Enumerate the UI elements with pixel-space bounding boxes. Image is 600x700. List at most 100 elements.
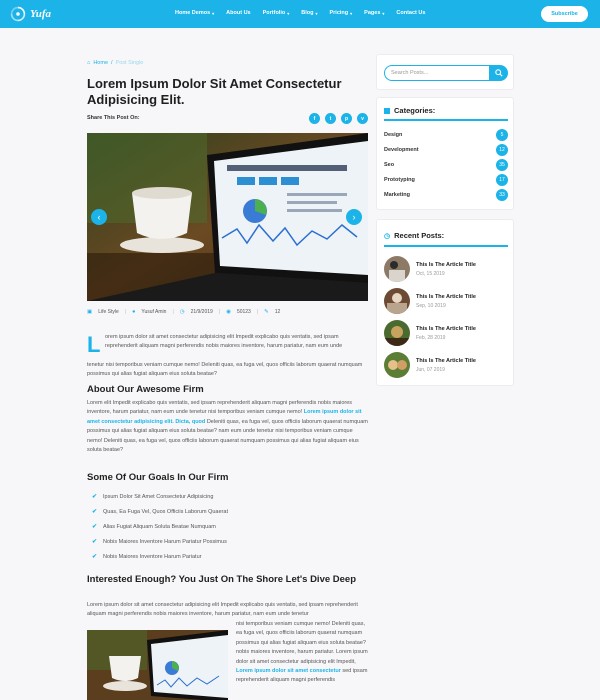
goal-text: Quas, Ea Fuga Vel, Quos Officiis Laborum… <box>103 508 228 515</box>
divider <box>384 245 508 247</box>
chevron-down-icon: ▾ <box>287 10 290 16</box>
post-comments[interactable]: 12 <box>275 309 281 315</box>
folder-icon: ▣ <box>87 309 93 315</box>
nav-item-blog[interactable]: Blog ▾ <box>301 10 317 16</box>
recent-post-thumbnail <box>384 352 410 378</box>
nav-label: Contact Us <box>396 10 426 16</box>
laptop-analytics-thumbnail <box>87 630 228 700</box>
divider: | <box>218 309 221 315</box>
hero-image-slider: ‹ › <box>87 133 368 301</box>
home-icon: ⌂ <box>87 60 91 66</box>
eye-icon: ◉ <box>226 309 231 315</box>
intro-paragraph-rest: tenetur nisi temporibus veniam cumque ne… <box>87 362 363 378</box>
side-text-start: nisi temporibus veniam cumque nemo! Dele… <box>236 621 368 665</box>
laptop-analytics-image <box>87 133 368 301</box>
category-name: Design <box>384 132 403 138</box>
nav-item-about-us[interactable]: About Us <box>226 10 250 16</box>
top-navbar: Yufa Home Demos ▾ About Us Portfolio ▾ Blo… <box>0 0 600 28</box>
divider <box>384 119 508 121</box>
post-category[interactable]: Life Style <box>98 309 119 315</box>
intro-paragraph-start: orem ipsum dolor sit amet consectetur ad… <box>105 334 343 350</box>
check-icon: ✔ <box>92 539 98 545</box>
twitter-icon[interactable]: t <box>325 113 336 124</box>
nav-label: Portfolio <box>262 10 286 16</box>
category-count-badge: 33 <box>496 189 508 201</box>
nav-label: Home Demos <box>175 10 211 16</box>
widget-title: Recent Posts: <box>394 231 445 240</box>
divider: | <box>124 309 127 315</box>
nav-item-home-demos[interactable]: Home Demos ▾ <box>175 10 214 16</box>
recent-post-thumbnail <box>384 256 410 282</box>
facebook-icon[interactable]: f <box>309 113 320 124</box>
drop-cap: L <box>87 332 101 357</box>
category-item[interactable]: Development 12 <box>384 143 508 157</box>
search-input[interactable]: Search Posts... <box>384 65 490 81</box>
search-icon <box>494 69 503 77</box>
categories-heading: Categories: <box>384 106 435 115</box>
comment-icon: ✎ <box>264 309 269 315</box>
user-icon: ● <box>132 309 136 315</box>
share-buttons: f t p v <box>309 113 368 124</box>
category-item[interactable]: Seo 35 <box>384 158 508 172</box>
slider-prev-button[interactable]: ‹ <box>91 209 107 225</box>
goal-text: Ipsum Dolor Sit Amet Consectetur Adipisi… <box>103 493 214 500</box>
dive-deep-side-paragraph: nisi temporibus veniam cumque nemo! Dele… <box>236 620 368 686</box>
recent-post-thumbnail <box>384 288 410 314</box>
recent-post-item[interactable]: This Is The Article Title Oct, 15 2019 <box>384 255 508 283</box>
check-icon: ✔ <box>92 524 98 530</box>
recent-posts-heading: ◷ Recent Posts: <box>384 231 444 240</box>
clock-icon: ◷ <box>179 309 185 315</box>
chevron-down-icon: ▾ <box>315 10 318 16</box>
divider: | <box>172 309 174 315</box>
category-item[interactable]: Marketing 33 <box>384 188 508 202</box>
list-item: ✔ Nobis Maiores Inventore Harum Pariatur <box>92 549 228 564</box>
category-name: Marketing <box>384 192 410 198</box>
category-item[interactable]: Design 5 <box>384 128 508 142</box>
post-thumbnail-image <box>384 320 410 346</box>
list-item: ✔ Alias Fugiat Aliquam Soluta Beatae Numq… <box>92 519 228 534</box>
post-meta: ▣ Life Style | ● Yusuf Amin | ◷ 21/9/201… <box>87 309 280 315</box>
goal-text: Alias Fugiat Aliquam Soluta Beatae Numqu… <box>103 523 216 530</box>
nav-item-portfolio[interactable]: Portfolio ▾ <box>263 10 290 16</box>
category-name: Development <box>384 147 419 153</box>
post-author[interactable]: Yusuf Amin <box>141 309 166 315</box>
brand-name: Yufa <box>30 8 51 20</box>
category-item[interactable]: Prototyping 17 <box>384 173 508 187</box>
nav-item-pages[interactable]: Pages ▾ <box>364 10 384 16</box>
nav-item-pricing[interactable]: Pricing ▾ <box>330 10 353 16</box>
chevron-down-icon: ▾ <box>382 10 385 16</box>
post-views: 50123 <box>236 309 251 315</box>
post-thumbnail-image <box>384 352 410 378</box>
recent-post-date: Jun, 07 2019 <box>416 366 445 373</box>
section-heading-about: About Our Awesome Firm <box>87 384 204 395</box>
chevron-down-icon: ▾ <box>212 10 215 16</box>
section-heading-goals: Some Of Our Goals In Our Firm <box>87 472 229 483</box>
search-button[interactable] <box>489 65 508 81</box>
vimeo-icon[interactable]: v <box>357 113 368 124</box>
post-date: 21/9/2019 <box>190 309 213 315</box>
recent-post-item[interactable]: This Is The Article Title Sep, 10 2019 <box>384 287 508 315</box>
nav-label: Pricing <box>329 10 349 16</box>
recent-post-title: This Is The Article Title <box>416 293 476 300</box>
recent-post-item[interactable]: This Is The Article Title Jun, 07 2019 <box>384 351 508 379</box>
side-highlight-link[interactable]: Lorem ipsum dolor sit amet consectetur <box>236 668 341 674</box>
post-thumbnail-image <box>384 288 410 314</box>
dive-deep-paragraph: Lorem ipsum dolor sit amet consectetur a… <box>87 602 358 618</box>
pinterest-icon[interactable]: p <box>341 113 352 124</box>
about-paragraph: Lorem elit Impedit explicabo quis ventat… <box>87 399 368 455</box>
subscribe-button[interactable]: Subscribe <box>541 6 588 22</box>
main-nav: Home Demos ▾ About Us Portfolio ▾ Blog ▾ Pr… <box>175 10 425 16</box>
nav-item-contact-us[interactable]: Contact Us <box>396 10 425 16</box>
breadcrumb-separator: / <box>111 60 113 66</box>
breadcrumb-home-link[interactable]: Home <box>93 60 108 66</box>
brand-logo[interactable]: Yufa <box>10 6 51 22</box>
breadcrumb: ⌂ Home / Post Single <box>87 60 143 66</box>
share-label: Share This Post On: <box>87 115 140 121</box>
nav-label: Blog <box>301 10 314 16</box>
recent-post-item[interactable]: This Is The Article Title Feb, 28 2019 <box>384 319 508 347</box>
goals-list: ✔ Ipsum Dolor Sit Amet Consectetur Adipis… <box>92 489 228 564</box>
recent-post-date: Feb, 28 2019 <box>416 334 446 341</box>
widget-title: Categories: <box>394 106 436 115</box>
slider-next-button[interactable]: › <box>346 209 362 225</box>
section-heading-dive-deep: Interested Enough? You Just On The Shore… <box>87 574 357 585</box>
